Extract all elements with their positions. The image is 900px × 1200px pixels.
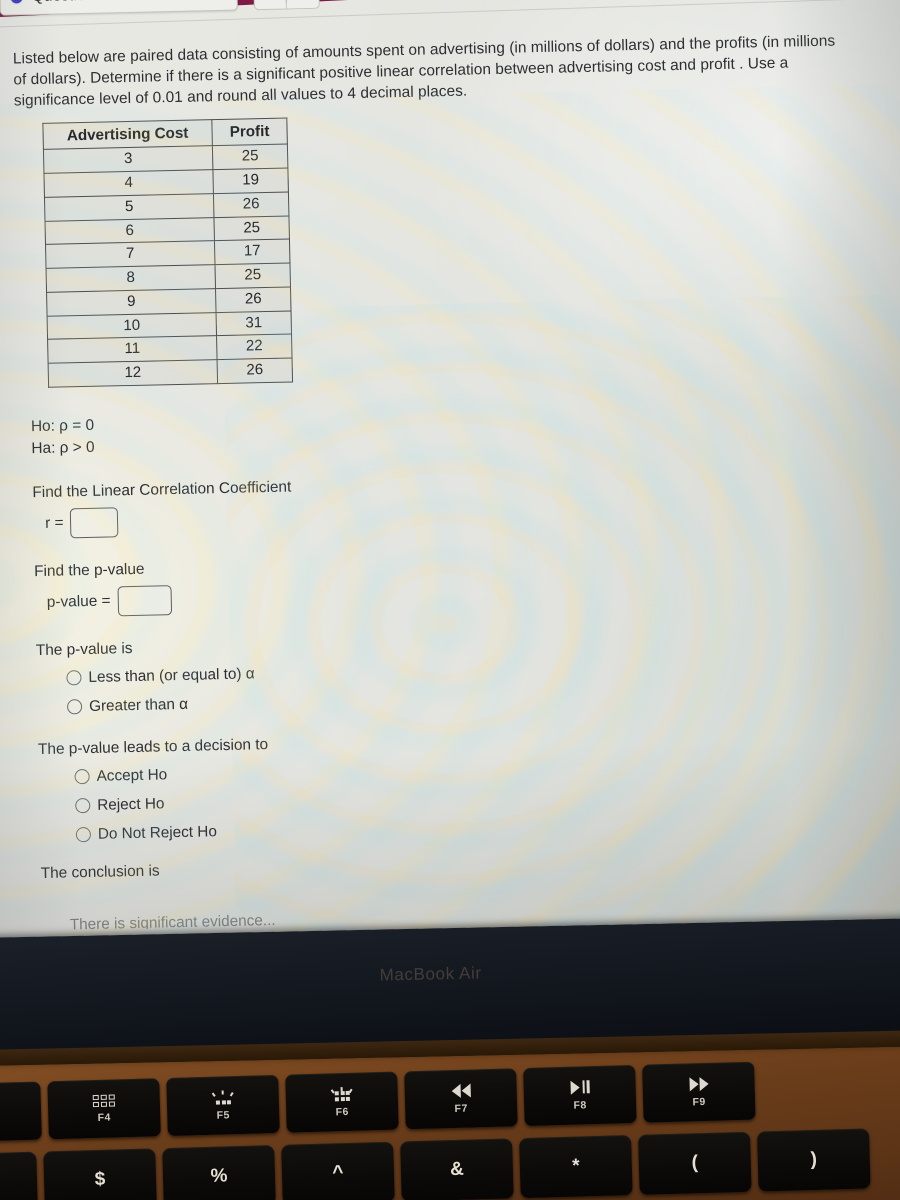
radio-icon[interactable] <box>66 670 82 686</box>
p-value-input[interactable] <box>117 584 172 616</box>
launchpad-icon <box>92 1093 116 1107</box>
paired-data-table: Advertising Cost Profit 3 25 4 19 5 26 6… <box>42 117 294 388</box>
option-label: Greater than α <box>88 695 189 715</box>
question-selector[interactable]: Question 11 ▾ <box>0 0 238 16</box>
r-label: r = <box>44 514 64 532</box>
question-body: Listed below are paired data consisting … <box>13 31 862 931</box>
cell-profit: 25 <box>213 215 290 242</box>
key-label: F5 <box>216 1108 231 1122</box>
decision-option-accept-ho[interactable]: Accept Ho <box>74 751 858 786</box>
key-label: F8 <box>573 1098 587 1112</box>
key-percent[interactable]: % <box>162 1145 276 1200</box>
r-input[interactable] <box>70 506 119 538</box>
key-right-paren[interactable]: ) <box>756 1128 871 1192</box>
column-header-advertising-cost: Advertising Cost <box>42 120 213 150</box>
pvalue-option-less-than[interactable]: Less than (or equal to) α <box>66 652 856 687</box>
key-ampersand[interactable]: & <box>400 1138 514 1200</box>
cell-profit: 17 <box>214 239 290 265</box>
key-f9[interactable]: F9 <box>642 1061 756 1123</box>
question-selector-label: Question 11 <box>31 0 213 6</box>
key-f5[interactable]: F5 <box>166 1074 280 1137</box>
question-toolbar: Question 11 ▾ ‹ › <box>0 0 320 16</box>
key-f3[interactable]: F3 <box>0 1081 42 1143</box>
laptop-screen: Question 11 ▾ ‹ › Listed below are paire… <box>0 0 900 975</box>
key-glyph: ( <box>691 1152 699 1174</box>
table-row: 12 26 <box>48 358 293 388</box>
key-label: F6 <box>335 1105 350 1118</box>
question-prompt: Listed below are paired data consisting … <box>12 32 836 110</box>
pvalue-option-list: Less than (or equal to) α Greater than α <box>66 652 857 716</box>
option-label: Reject Ho <box>97 794 165 814</box>
key-label: F9 <box>692 1095 706 1108</box>
decision-option-reject-ho[interactable]: Reject Ho <box>75 780 859 815</box>
pvalue-option-greater-than[interactable]: Greater than α <box>66 681 857 716</box>
option-label: Less than (or equal to) α <box>88 664 255 686</box>
p-value-label: p-value = <box>46 592 111 611</box>
key-glyph: ) <box>810 1148 818 1171</box>
question-status-dot <box>10 0 23 4</box>
cell-profit: 25 <box>212 144 288 170</box>
cell-profit: 26 <box>215 286 292 313</box>
cell-profit: 26 <box>213 191 289 218</box>
key-glyph: $ <box>94 1168 106 1191</box>
key-left-paren[interactable]: ( <box>638 1131 752 1195</box>
option-label: Do Not Reject Ho <box>97 822 218 843</box>
radio-icon[interactable] <box>75 827 92 843</box>
photo-scene: Question 11 ▾ ‹ › Listed below are paire… <box>0 0 900 1200</box>
screen-surface: Question 11 ▾ ‹ › Listed below are paire… <box>0 0 900 975</box>
option-label: Accept Ho <box>96 765 168 785</box>
decision-option-list: Accept Ho Reject Ho Do Not Reject Ho <box>74 751 859 844</box>
column-header-profit: Profit <box>211 118 288 147</box>
fast-forward-icon <box>688 1076 709 1091</box>
decision-option-do-not-reject-ho[interactable]: Do Not Reject Ho <box>75 809 860 844</box>
question-nav-group: ‹ › <box>253 0 320 11</box>
key-glyph: & <box>449 1158 465 1181</box>
number-key-row: # $ % ^ & * ( ) <box>0 1128 878 1200</box>
cell-profit: 26 <box>217 358 293 384</box>
table-body: 3 25 4 19 5 26 6 25 7 17 8 25 9 26 10 31… <box>43 144 293 388</box>
hypotheses-block: Ho: ρ = 0 Ha: ρ > 0 <box>31 398 852 460</box>
radio-icon[interactable] <box>74 769 90 785</box>
cell-profit: 31 <box>216 310 292 336</box>
key-f8[interactable]: F8 <box>523 1064 637 1127</box>
keyboard-brightness-down-icon <box>210 1089 236 1105</box>
play-pause-icon <box>569 1080 590 1095</box>
cell-profit: 19 <box>212 168 289 194</box>
previous-question-button[interactable]: ‹ <box>253 0 287 11</box>
radio-icon[interactable] <box>75 798 91 814</box>
key-dollar[interactable]: $ <box>43 1148 157 1200</box>
next-question-button[interactable]: › <box>286 0 320 10</box>
cell-profit: 22 <box>216 334 293 360</box>
key-label: F7 <box>454 1102 468 1115</box>
keyboard-brightness-up-icon <box>329 1086 355 1101</box>
key-caret[interactable]: ^ <box>281 1141 395 1200</box>
laptop-keyboard: F3 F4 F5 F6 <box>0 1047 900 1200</box>
key-glyph: ^ <box>332 1162 344 1184</box>
radio-icon[interactable] <box>66 699 83 715</box>
key-label: F4 <box>97 1111 112 1124</box>
cell-advertising-cost: 12 <box>48 359 218 388</box>
key-hash[interactable]: # <box>0 1151 38 1200</box>
key-f4[interactable]: F4 <box>47 1078 161 1140</box>
key-glyph: * <box>571 1155 580 1177</box>
key-asterisk[interactable]: * <box>519 1135 633 1199</box>
function-key-row: F3 F4 F5 F6 <box>0 1061 763 1143</box>
key-f6[interactable]: F6 <box>285 1071 399 1133</box>
cell-profit: 25 <box>214 263 291 289</box>
conclusion-heading: The conclusion is <box>40 862 160 882</box>
macbook-air-brand: MacBook Air <box>379 963 482 985</box>
key-glyph: % <box>210 1165 228 1187</box>
key-f7[interactable]: F7 <box>404 1068 518 1130</box>
rewind-icon <box>451 1083 471 1098</box>
